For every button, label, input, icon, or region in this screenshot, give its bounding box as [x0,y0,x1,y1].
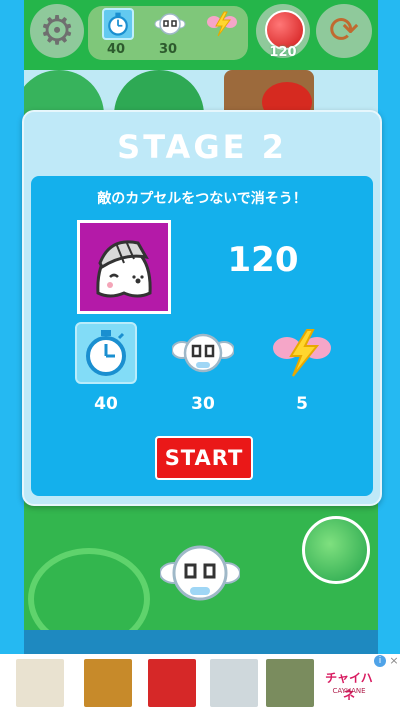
green-ball-button[interactable] [302,516,370,584]
helmet-ghost-icon [96,240,152,298]
stat-time-value: 40 [94,394,118,414]
stat-time-frame [75,322,137,384]
red-capsule-icon [265,10,305,50]
ghost-capsule-icon [154,13,186,35]
stage-dialog: STAGE 2 敵のカプセルをつないで消そう！ 120 40 30 5 STAR… [22,110,382,506]
stat-bonus-frame [271,322,333,384]
stat-time: 40 [67,322,143,414]
ad-brand-sub: CAYHANE [332,687,366,695]
stat-ghost-frame [171,322,235,384]
ad-product-scarf[interactable] [16,659,64,707]
stat-bonus-value: 5 [296,394,308,414]
winged-lightning-icon [207,11,237,37]
counter-panel: 40 30 [88,6,248,60]
ghost-capsule-icon [171,333,235,373]
ad-brand-logo[interactable]: チャイハネ [325,669,373,703]
ghost-counter: 30 [142,6,194,60]
game-screen: ⚙ 40 30 120 ⟳ STAGE 2 敵のカプセルをつないで消そう！ 12… [0,0,400,711]
enemy-portrait [77,220,171,314]
gear-icon: ⚙ [39,8,75,54]
mission-text: 敵のカプセルをつないで消そう！ [97,191,307,207]
stat-bonus: 5 [263,322,339,414]
time-counter-value: 40 [106,42,126,57]
ad-info-icon[interactable]: i [374,655,386,667]
ad-close-icon[interactable]: × [388,654,400,668]
capsule-button[interactable]: 120 [256,4,310,60]
ad-product-bottle[interactable] [210,659,258,707]
ghost-counter-value: 30 [158,42,178,57]
stopwatch-icon [102,8,134,40]
top-bar: ⚙ 40 30 120 ⟳ [24,0,378,64]
player-ghost-icon [160,545,240,601]
ad-product-tote[interactable] [148,659,196,707]
reload-button[interactable]: ⟳ [316,4,372,58]
winged-lightning-icon [273,329,331,377]
left-border [0,0,24,711]
reload-icon: ⟳ [328,10,360,51]
ad-banner[interactable]: チャイハネ CAYHANE i × [0,654,400,711]
settings-button[interactable]: ⚙ [30,4,84,58]
time-counter: 40 [90,6,142,60]
ad-product-bag[interactable] [84,659,132,707]
stat-ghost: 30 [164,322,240,414]
bottom-band [24,630,378,654]
start-button[interactable]: START [155,436,253,480]
enemy-count: 120 [227,240,299,280]
stopwatch-icon [86,330,126,376]
stage-info-panel: 敵のカプセルをつないで消そう！ 120 40 30 5 START [31,176,373,496]
stat-ghost-value: 30 [191,394,215,414]
capsule-count: 120 [269,45,297,60]
bonus-counter [194,6,246,60]
ad-product-jacket[interactable] [266,659,314,707]
stage-title: STAGE 2 [117,128,287,166]
